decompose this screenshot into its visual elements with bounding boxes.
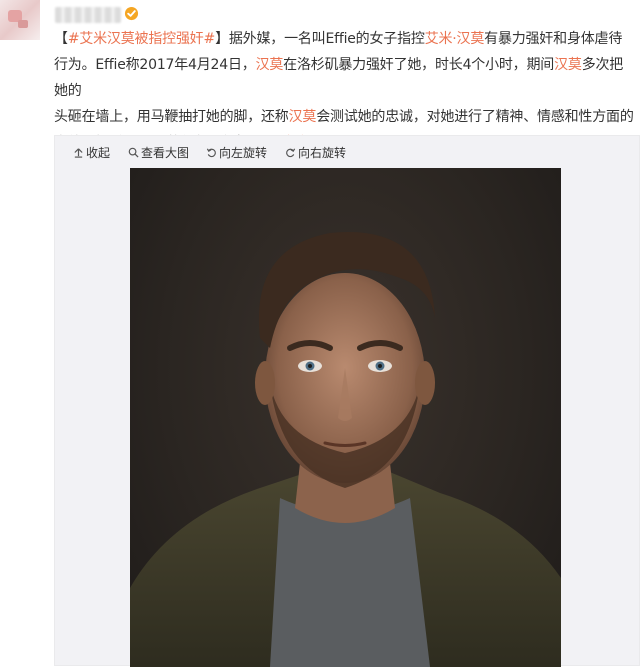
- collapse-icon: [74, 148, 83, 158]
- view-large-label: 查看大图: [141, 146, 190, 160]
- hashtag-or-mention-link[interactable]: #艾米汉莫: [68, 31, 135, 47]
- verified-badge-icon: [124, 6, 139, 21]
- rotate-left-icon: [206, 148, 216, 158]
- hashtag-or-mention-link[interactable]: 汉莫: [554, 57, 582, 73]
- collapse-button[interactable]: 收起: [73, 144, 110, 161]
- search-icon: [128, 147, 139, 158]
- collapse-label: 收起: [86, 146, 111, 160]
- rotate-right-icon: [286, 148, 296, 158]
- hashtag-or-mention-link[interactable]: 被指控强奸#: [135, 31, 216, 47]
- post-photo[interactable]: [130, 168, 561, 667]
- post-text-segment: 行为。Effie称2017年4月24日，: [54, 57, 256, 73]
- media-box: 收起 查看大图 向左旋转 向右旋转: [54, 135, 640, 667]
- post-text-segment: 有暴力强奸和身体虐待: [484, 31, 623, 47]
- avatar[interactable]: [0, 0, 40, 40]
- rotate-right-button[interactable]: 向右旋转: [285, 144, 346, 161]
- view-large-button[interactable]: 查看大图: [128, 144, 189, 161]
- post-text-line: 【#艾米汉莫被指控强奸#】据外媒，一名叫Effie的女子指控艾米·汉莫有暴力强奸…: [54, 26, 634, 52]
- post-text-segment: 会测试她的忠诚，对她进行了精神、情感和性方面的: [316, 109, 634, 125]
- hashtag-or-mention-link[interactable]: 汉莫: [289, 109, 317, 125]
- post-text-segment: 头砸在墙上，用马鞭抽打她的脚，还称: [54, 109, 289, 125]
- hashtag-or-mention-link[interactable]: 汉莫: [256, 57, 284, 73]
- rotate-left-button[interactable]: 向左旋转: [206, 144, 267, 161]
- post-text-line: 头砸在墙上，用马鞭抽打她的脚，还称汉莫会测试她的忠诚，对她进行了精神、情感和性方…: [54, 104, 634, 130]
- media-toolbar: 收起 查看大图 向左旋转 向右旋转: [55, 136, 639, 168]
- portrait-illustration: [130, 232, 561, 667]
- post-text-segment: 在洛杉矶暴力强奸了她，时长4个小时，期间: [283, 57, 555, 73]
- post-text-segment: 【: [54, 31, 68, 47]
- post-text-segment: 】据外媒，一名叫Effie的女子指控: [215, 31, 425, 47]
- user-name-blurred[interactable]: [55, 7, 121, 23]
- hashtag-or-mention-link[interactable]: 艾米·汉莫: [425, 31, 485, 47]
- rotate-left-label: 向左旋转: [219, 146, 268, 160]
- post-text-line: 行为。Effie称2017年4月24日，汉莫在洛杉矶暴力强奸了她，时长4个小时，…: [54, 52, 634, 104]
- rotate-right-label: 向右旋转: [298, 146, 347, 160]
